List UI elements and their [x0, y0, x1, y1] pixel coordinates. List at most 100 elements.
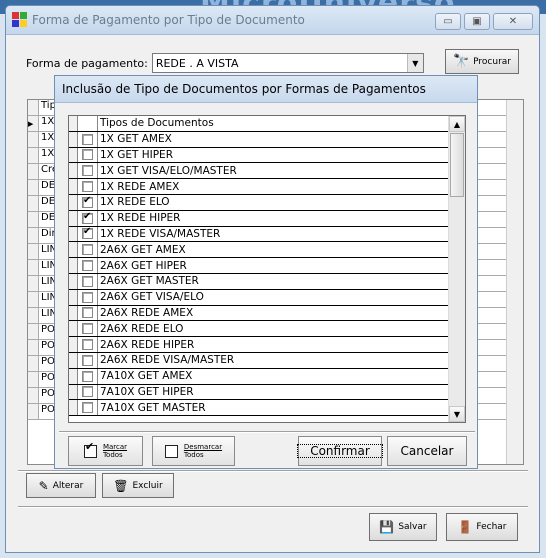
close-window-button[interactable]: 🚪 Fechar	[446, 513, 518, 541]
list-item[interactable]: 1X GET HIPER	[69, 147, 465, 164]
row-indicator	[69, 321, 78, 337]
minimize-icon: ▭	[443, 16, 453, 27]
checkbox-empty-icon[interactable]	[82, 370, 93, 382]
checkbox-empty-icon[interactable]	[82, 244, 93, 256]
cancel-button[interactable]: Cancelar	[387, 436, 467, 466]
maximize-button[interactable]: ▣	[464, 13, 490, 30]
checkbox-cell	[78, 352, 98, 368]
checkbox-empty-icon[interactable]	[82, 181, 93, 193]
list-item[interactable]: 2A6X GET VISA/ELO	[69, 289, 465, 306]
window-title: Forma de Pagamento por Tipo de Documento	[32, 13, 305, 27]
chevron-down-icon[interactable]: ▼	[406, 54, 423, 72]
row-indicator	[28, 196, 39, 211]
list-item[interactable]: 2A6X GET HIPER	[69, 258, 465, 274]
row-indicator	[69, 226, 78, 242]
document-type-list[interactable]: Tipos de Documentos 1X GET AMEX 1X GET HI…	[68, 115, 466, 423]
list-item[interactable]: 1X GET AMEX	[69, 131, 465, 148]
checkbox-cell	[78, 273, 98, 289]
document-type-label: 1X REDE VISA/MASTER	[100, 227, 221, 240]
row-indicator	[28, 340, 39, 355]
document-type-label: 2A6X GET VISA/ELO	[100, 291, 204, 304]
close-button[interactable]: ✕	[493, 13, 533, 30]
confirm-button[interactable]: Confirmar	[297, 436, 383, 466]
document-type-label: 2A6X REDE HIPER	[100, 338, 195, 351]
row-indicator	[28, 180, 39, 195]
document-type-label: 2A6X GET MASTER	[100, 275, 199, 288]
checkbox-empty-icon[interactable]	[82, 275, 93, 287]
checkbox-empty-icon[interactable]	[82, 323, 93, 335]
checkbox-empty-icon[interactable]	[82, 165, 93, 177]
checkbox-empty-icon[interactable]	[82, 354, 93, 366]
list-item[interactable]: 2A6X REDE AMEX	[69, 305, 465, 322]
document-type-label: 1X REDE AMEX	[100, 180, 180, 193]
payment-select-value: REDE . A VISTA	[155, 56, 239, 70]
checkbox-empty-icon[interactable]	[82, 307, 93, 319]
grid-scrollbar[interactable]	[506, 100, 523, 464]
row-indicator	[69, 194, 78, 210]
delete-button[interactable]: 🗑 Excluir	[102, 473, 174, 498]
scroll-up-arrow-icon[interactable]: ▲	[449, 116, 465, 132]
checkbox-checked-icon[interactable]	[82, 226, 93, 240]
row-indicator	[69, 384, 78, 400]
list-item[interactable]: 7A10X GET AMEX	[69, 368, 465, 385]
document-type-label: 7A10X GET MASTER	[100, 401, 206, 414]
edit-icon: ✎	[38, 478, 49, 493]
alter-button[interactable]: ✎ Alterar	[26, 473, 96, 498]
row-indicator	[28, 388, 39, 403]
document-type-label: 1X GET VISA/ELO/MASTER	[100, 164, 237, 177]
list-item[interactable]: 2A6X REDE ELO	[69, 321, 465, 338]
checkbox-checked-icon[interactable]	[82, 211, 93, 224]
list-item[interactable]: 1X REDE HIPER	[69, 211, 465, 227]
checkbox-cell	[78, 226, 98, 242]
checkbox-empty-icon[interactable]	[82, 133, 93, 145]
document-type-label: 7A10X GET HIPER	[100, 385, 194, 398]
document-type-label: 2A6X REDE AMEX	[100, 306, 194, 319]
row-indicator	[28, 148, 39, 163]
checkbox-empty-icon[interactable]	[82, 339, 93, 351]
list-item[interactable]: 7A10X GET HIPER	[69, 384, 465, 401]
row-indicator	[28, 276, 39, 291]
checkbox-empty-icon[interactable]	[82, 402, 93, 414]
list-item[interactable]: 1X GET VISA/ELO/MASTER	[69, 163, 465, 180]
list-item[interactable]: 1X REDE AMEX	[69, 179, 465, 195]
checkbox-empty-icon[interactable]	[82, 149, 93, 161]
row-indicator	[69, 179, 78, 194]
list-item[interactable]: 2A6X GET AMEX	[69, 242, 465, 259]
unmark-all-label-2: Todos	[183, 451, 204, 459]
document-type-label: 2A6X REDE VISA/MASTER	[100, 354, 235, 367]
trash-icon: 🗑	[113, 478, 129, 493]
minimize-button[interactable]: ▭	[435, 13, 461, 30]
scroll-thumb[interactable]	[450, 133, 464, 197]
divider	[18, 506, 528, 508]
payment-select[interactable]: REDE . A VISTA ▼	[151, 53, 424, 73]
row-indicator	[28, 324, 39, 339]
save-button[interactable]: 💾 Salvar	[369, 513, 437, 541]
unmark-all-button[interactable]: Desmarcar Todos	[152, 436, 235, 466]
document-type-label: 2A6X GET AMEX	[100, 243, 186, 256]
payment-row: Forma de pagamento: REDE . A VISTA ▼	[26, 53, 424, 73]
search-button[interactable]: 🔭 Procurar	[445, 49, 519, 74]
list-scrollbar[interactable]: ▲ ▼	[448, 116, 465, 422]
list-item[interactable]: 2A6X REDE VISA/MASTER	[69, 352, 465, 369]
checkbox-checked-icon[interactable]	[82, 195, 93, 208]
list-header-row: Tipos de Documentos	[69, 116, 465, 132]
checkbox-empty-icon[interactable]	[82, 291, 93, 303]
list-item[interactable]: 1X REDE VISA/MASTER	[69, 226, 465, 243]
list-rows: 1X GET AMEX 1X GET HIPER 1X GET VISA/ELO/M…	[69, 131, 465, 417]
scroll-down-arrow-icon[interactable]: ▼	[449, 406, 465, 422]
checkbox-empty-icon[interactable]	[82, 260, 93, 272]
list-item[interactable]: 7A10X GET MASTER	[69, 400, 465, 417]
list-item[interactable]: 2A6X GET MASTER	[69, 273, 465, 290]
row-indicator	[28, 292, 39, 307]
list-item[interactable]: 1X REDE ELO	[69, 195, 465, 211]
row-indicator	[28, 308, 39, 323]
row-indicator	[69, 305, 78, 321]
checkbox-empty-icon[interactable]	[82, 386, 93, 398]
app-icon	[12, 12, 28, 28]
cancel-button-label: Cancelar	[400, 444, 454, 458]
checkbox-checked-icon	[83, 443, 97, 458]
mark-all-button[interactable]: MarcarTodos	[68, 436, 143, 466]
list-item[interactable]: 2A6X REDE HIPER	[69, 337, 465, 353]
floppy-disk-icon: 💾	[379, 520, 395, 534]
row-indicator	[28, 356, 39, 371]
